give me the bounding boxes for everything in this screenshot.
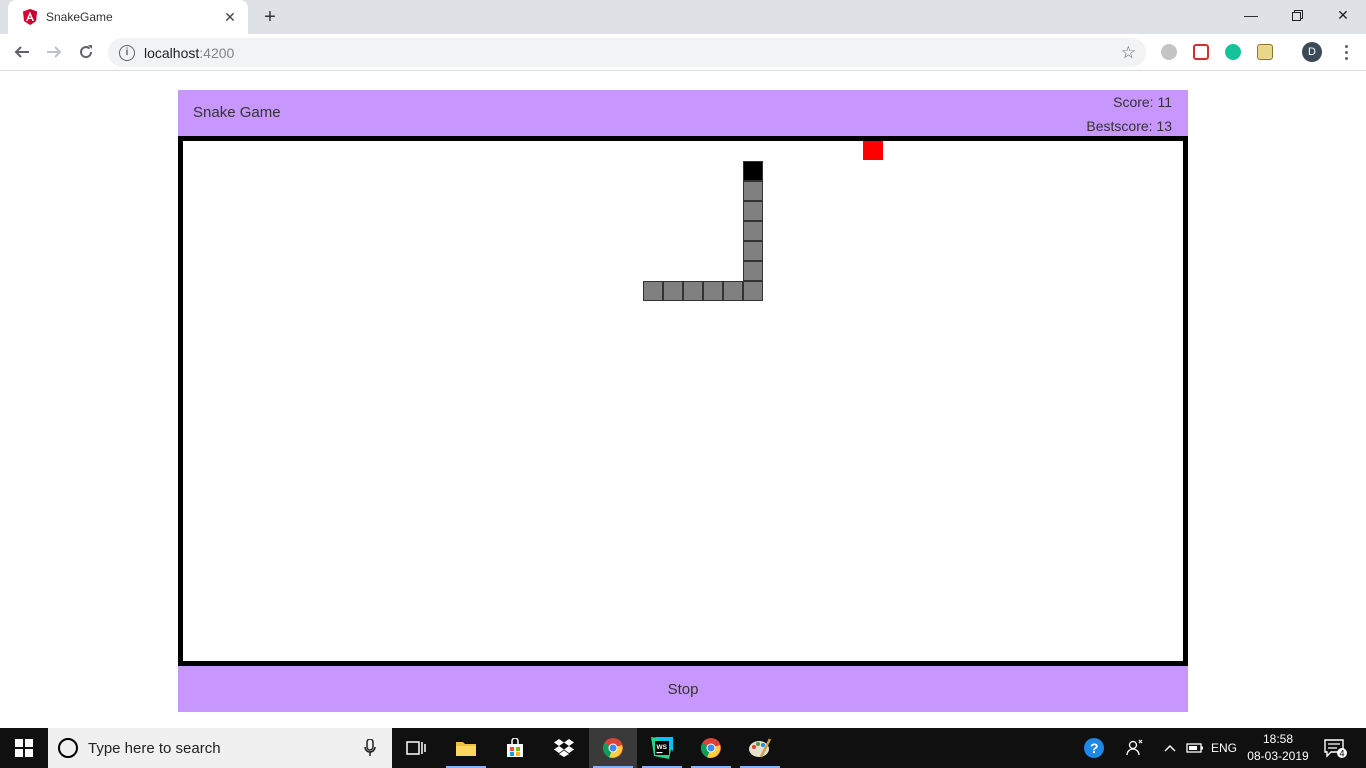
people-icon[interactable] xyxy=(1122,728,1148,768)
bestscore: Bestscore: 13 xyxy=(1086,118,1172,134)
game-board[interactable] xyxy=(178,136,1188,666)
snake-segment xyxy=(663,281,683,301)
clock-date: 08-03-2019 xyxy=(1247,749,1309,763)
pocket-icon[interactable] xyxy=(1193,44,1209,60)
help-icon[interactable]: ? xyxy=(1080,728,1108,768)
bookmark-star-icon[interactable]: ☆ xyxy=(1121,43,1136,63)
info-icon[interactable]: i xyxy=(119,44,135,61)
tab-title: SnakeGame xyxy=(46,10,113,24)
chrome-secondary-icon[interactable] xyxy=(687,728,735,768)
restore-icon[interactable] xyxy=(1274,0,1320,30)
taskbar-clock[interactable]: 18:58 08-03-2019 xyxy=(1244,731,1312,765)
battery-network-icon[interactable] xyxy=(1184,728,1206,768)
food-item xyxy=(863,141,883,160)
snake-segment xyxy=(723,281,743,301)
clock-time: 18:58 xyxy=(1262,732,1294,746)
snake-segment xyxy=(743,261,763,281)
notification-count: 4 xyxy=(1340,749,1345,759)
forward-icon[interactable] xyxy=(40,38,68,66)
stop-button[interactable]: Stop xyxy=(178,666,1188,712)
snake-segment xyxy=(683,281,703,301)
webstorm-icon[interactable]: WS xyxy=(638,728,686,768)
snake-segment xyxy=(743,241,763,261)
menu-icon[interactable] xyxy=(1336,40,1356,64)
extension-icon[interactable] xyxy=(1161,44,1177,60)
close-tab-icon[interactable]: ✕ xyxy=(218,5,242,29)
file-explorer-icon[interactable] xyxy=(442,728,490,768)
cortana-icon xyxy=(58,738,78,758)
snake-segment xyxy=(743,281,763,301)
notification-center-icon[interactable]: 4 xyxy=(1320,728,1350,768)
game-canvas xyxy=(643,141,883,301)
grammarly-icon[interactable] xyxy=(1225,44,1241,60)
language-indicator[interactable]: ENG xyxy=(1208,728,1240,768)
store-icon[interactable] xyxy=(491,728,539,768)
profile-avatar[interactable]: D xyxy=(1302,42,1322,62)
url-text: localhost:4200 xyxy=(144,44,235,61)
snake-segment xyxy=(743,221,763,241)
chrome-taskbar-icon[interactable] xyxy=(589,728,637,768)
address-bar[interactable]: i localhost:4200 ☆ xyxy=(108,38,1146,67)
taskbar-search[interactable]: Type here to search xyxy=(48,728,392,768)
score: Score: 11 xyxy=(1113,94,1172,110)
close-window-icon[interactable]: ✕ xyxy=(1320,0,1366,30)
browser-toolbar: i localhost:4200 ☆ D xyxy=(0,34,1366,71)
notes-extension-icon[interactable] xyxy=(1257,44,1273,60)
back-icon[interactable] xyxy=(8,38,36,66)
new-tab-icon[interactable]: + xyxy=(258,5,282,29)
snake-segment xyxy=(743,181,763,201)
minimize-icon[interactable]: — xyxy=(1228,0,1274,30)
svg-text:WS: WS xyxy=(657,744,668,751)
tab-strip: SnakeGame ✕ + — ✕ xyxy=(0,0,1366,34)
chevron-up-icon[interactable] xyxy=(1160,728,1180,768)
game-footer: Stop xyxy=(178,666,1188,712)
svg-text:?: ? xyxy=(1090,740,1099,756)
dropbox-icon[interactable] xyxy=(540,728,588,768)
snake-segment xyxy=(703,281,723,301)
search-placeholder: Type here to search xyxy=(88,739,221,757)
snake-head xyxy=(743,161,763,181)
task-view-icon[interactable] xyxy=(392,728,440,768)
snake-segment xyxy=(643,281,663,301)
snake-segment xyxy=(743,201,763,221)
game-title: Snake Game xyxy=(193,104,281,121)
game-header: Snake Game Score: 11 Bestscore: 13 xyxy=(178,90,1188,136)
taskbar: Type here to search WS ? ENG 18:58 08-03… xyxy=(0,728,1366,768)
microphone-icon[interactable] xyxy=(360,738,380,758)
browser-tab[interactable]: SnakeGame ✕ xyxy=(8,0,248,34)
windows-start-icon[interactable] xyxy=(0,728,48,768)
angular-icon xyxy=(23,9,37,25)
reload-icon[interactable] xyxy=(72,38,100,66)
paint-icon[interactable] xyxy=(736,728,784,768)
